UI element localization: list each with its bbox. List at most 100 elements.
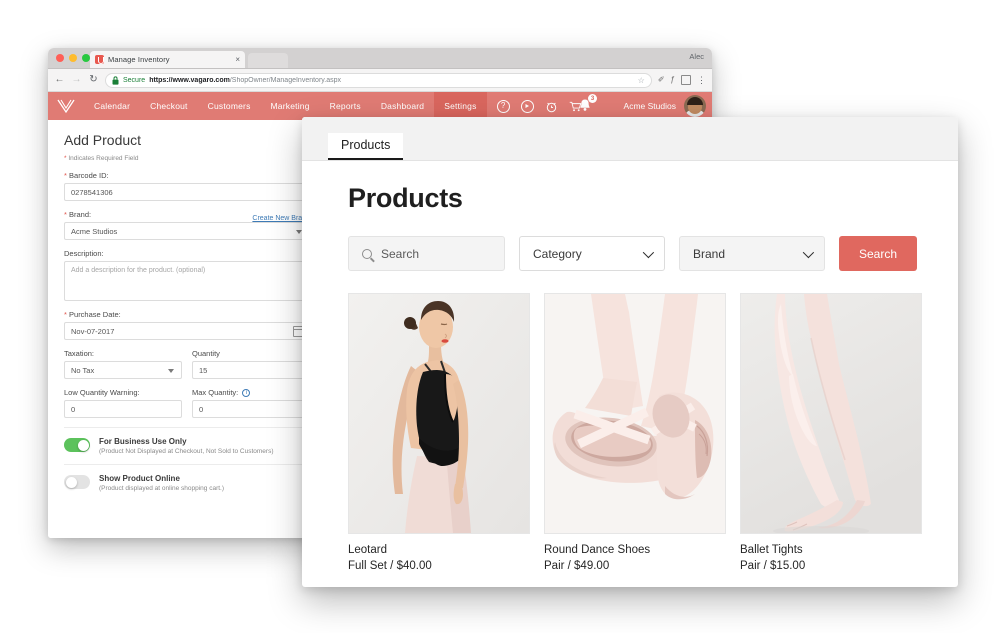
brand-required-asterisk: *	[64, 210, 67, 219]
products-content: Products Search Category Brand Search Le…	[302, 161, 958, 574]
nav-item-customers[interactable]: Customers	[198, 92, 261, 120]
show-online-text-group: Show Product Online (Product displayed a…	[99, 474, 224, 492]
avatar-hair	[687, 97, 703, 105]
notification-badge: 3	[588, 94, 597, 103]
search-input[interactable]: Search	[348, 236, 505, 271]
max-quantity-input[interactable]: 0	[192, 400, 310, 419]
product-meta: Pair / $49.00	[544, 559, 610, 572]
quantity-field-group: Quantity 15	[192, 349, 310, 388]
brand-select[interactable]: Acme Studios	[64, 222, 310, 240]
max-quantity-label-text: Max Quantity:	[192, 388, 239, 397]
chrome-profile-name[interactable]: Alec	[689, 52, 704, 61]
minimize-window-button[interactable]	[69, 54, 77, 62]
product-meta: Pair / $15.00	[740, 559, 806, 572]
description-textarea[interactable]: Add a description for the product. (opti…	[64, 261, 310, 301]
products-window: Products Products Search Category Brand …	[302, 117, 958, 587]
tab-products[interactable]: Products	[328, 133, 404, 160]
brand-label-text: Brand:	[69, 210, 92, 219]
close-tab-icon[interactable]: ×	[235, 55, 240, 64]
alarm-clock-glyph	[546, 102, 556, 112]
vagaro-logo-icon[interactable]	[48, 98, 84, 114]
show-product-online-toggle[interactable]	[64, 475, 90, 490]
url-path: /ShopOwner/ManageInventory.aspx	[229, 76, 341, 84]
maximize-window-button[interactable]	[82, 54, 90, 62]
barcode-input[interactable]: 0278541306	[64, 183, 310, 201]
chrome-menu-icon[interactable]: ⋮	[697, 75, 706, 85]
search-button[interactable]: Search	[839, 236, 917, 271]
nav-item-marketing[interactable]: Marketing	[261, 92, 320, 120]
required-field-text: Indicates Required Field	[68, 155, 139, 162]
add-product-form: Add Product * Indicates Required Field *…	[48, 120, 326, 538]
quantity-label: Quantity	[192, 349, 220, 358]
browser-toolbar: ← → ↻ Secure https://www.vagaro.com/Shop…	[48, 69, 712, 92]
quantity-input[interactable]: 15	[192, 361, 310, 379]
low-quantity-field-group: Low Quantity Warning: 0	[64, 388, 182, 427]
nav-item-checkout[interactable]: Checkout	[140, 92, 198, 120]
product-name: Round Dance Shoes	[544, 544, 651, 556]
bookmark-star-icon[interactable]: ☆	[638, 76, 645, 85]
alarm-clock-icon[interactable]	[545, 100, 558, 113]
new-tab-button[interactable]	[248, 53, 288, 68]
pen-extension-icon[interactable]: ✐	[658, 76, 665, 84]
square-extension-icon[interactable]	[681, 75, 691, 85]
url-domain: https://www.vagaro.com	[149, 76, 230, 84]
business-use-toggle-row[interactable]: For Business Use Only (Product Not Displ…	[64, 427, 310, 464]
play-icon[interactable]	[520, 99, 534, 113]
category-select-value: Category	[533, 246, 582, 261]
required-asterisk: *	[64, 155, 67, 162]
products-heading: Products	[348, 183, 463, 213]
lock-icon	[112, 75, 119, 85]
business-use-title: For Business Use Only	[99, 437, 187, 447]
pink-ballet-slippers-photo	[545, 294, 725, 533]
forward-icon[interactable]: →	[71, 75, 82, 85]
product-card[interactable]: Ballet Tights Pair / $15.00	[740, 293, 922, 574]
nav-icon-group: ?	[487, 99, 582, 113]
product-card[interactable]: Round Dance Shoes Pair / $49.00	[544, 293, 726, 574]
chevron-down-icon	[802, 246, 815, 258]
business-use-text-group: For Business Use Only (Product Not Displ…	[99, 437, 274, 455]
nav-item-calendar[interactable]: Calendar	[84, 92, 140, 120]
browser-tab-title: Manage Inventory	[108, 55, 170, 64]
window-controls[interactable]	[56, 54, 90, 62]
vagaro-v-icon	[57, 99, 75, 114]
show-online-toggle-row[interactable]: Show Product Online (Product displayed a…	[64, 464, 310, 501]
qty-limits-row: Low Quantity Warning: 0 Max Quantity: i …	[64, 388, 310, 427]
product-image-ballet-tights	[740, 293, 922, 534]
nav-item-reports[interactable]: Reports	[320, 92, 371, 120]
product-meta: Full Set / $40.00	[348, 559, 432, 572]
product-card[interactable]: Leotard Full Set / $40.00	[348, 293, 530, 574]
brand-select[interactable]: Brand	[679, 236, 825, 271]
back-icon[interactable]: ←	[54, 75, 65, 85]
extension-icons: ✐ ƒ ⋮	[658, 75, 706, 85]
help-icon[interactable]: ?	[496, 99, 510, 113]
vagaro-favicon-icon	[95, 55, 104, 64]
nav-item-dashboard[interactable]: Dashboard	[371, 92, 434, 120]
category-select[interactable]: Category	[519, 236, 665, 271]
product-image-dance-shoes	[544, 293, 726, 534]
info-icon[interactable]: i	[242, 389, 251, 398]
required-field-note: * Indicates Required Field	[64, 155, 310, 162]
address-bar[interactable]: Secure https://www.vagaro.com/ShopOwner/…	[105, 72, 652, 88]
notifications-button[interactable]: 3	[578, 94, 597, 113]
browser-tab[interactable]: Manage Inventory ×	[90, 51, 245, 68]
nav-item-settings[interactable]: Settings	[434, 92, 487, 120]
shop-name-label[interactable]: Acme Studios	[624, 92, 676, 120]
brand-select-value: Brand	[693, 246, 726, 261]
secure-label: Secure	[123, 76, 146, 84]
for-business-use-toggle[interactable]	[64, 438, 90, 453]
page-title: Add Product	[64, 132, 142, 148]
pink-ballet-tights-legs-photo	[741, 294, 921, 533]
taxation-select[interactable]: No Tax	[64, 361, 182, 379]
description-label: Description:	[64, 249, 104, 258]
low-quantity-label: Low Quantity Warning:	[64, 388, 140, 397]
max-quantity-label: Max Quantity: i	[192, 388, 310, 398]
low-quantity-input[interactable]: 0	[64, 400, 182, 418]
product-name: Leotard	[348, 544, 388, 556]
app-navigation-bar: Calendar Checkout Customers Marketing Re…	[48, 92, 712, 120]
taxation-quantity-row: Taxation: No Tax Quantity 15	[64, 349, 310, 388]
close-window-button[interactable]	[56, 54, 64, 62]
reload-icon[interactable]: ↻	[88, 75, 99, 85]
purchase-date-input[interactable]: Nov-07-2017	[64, 322, 310, 340]
script-extension-icon[interactable]: ƒ	[671, 76, 675, 84]
user-avatar[interactable]	[684, 95, 706, 117]
